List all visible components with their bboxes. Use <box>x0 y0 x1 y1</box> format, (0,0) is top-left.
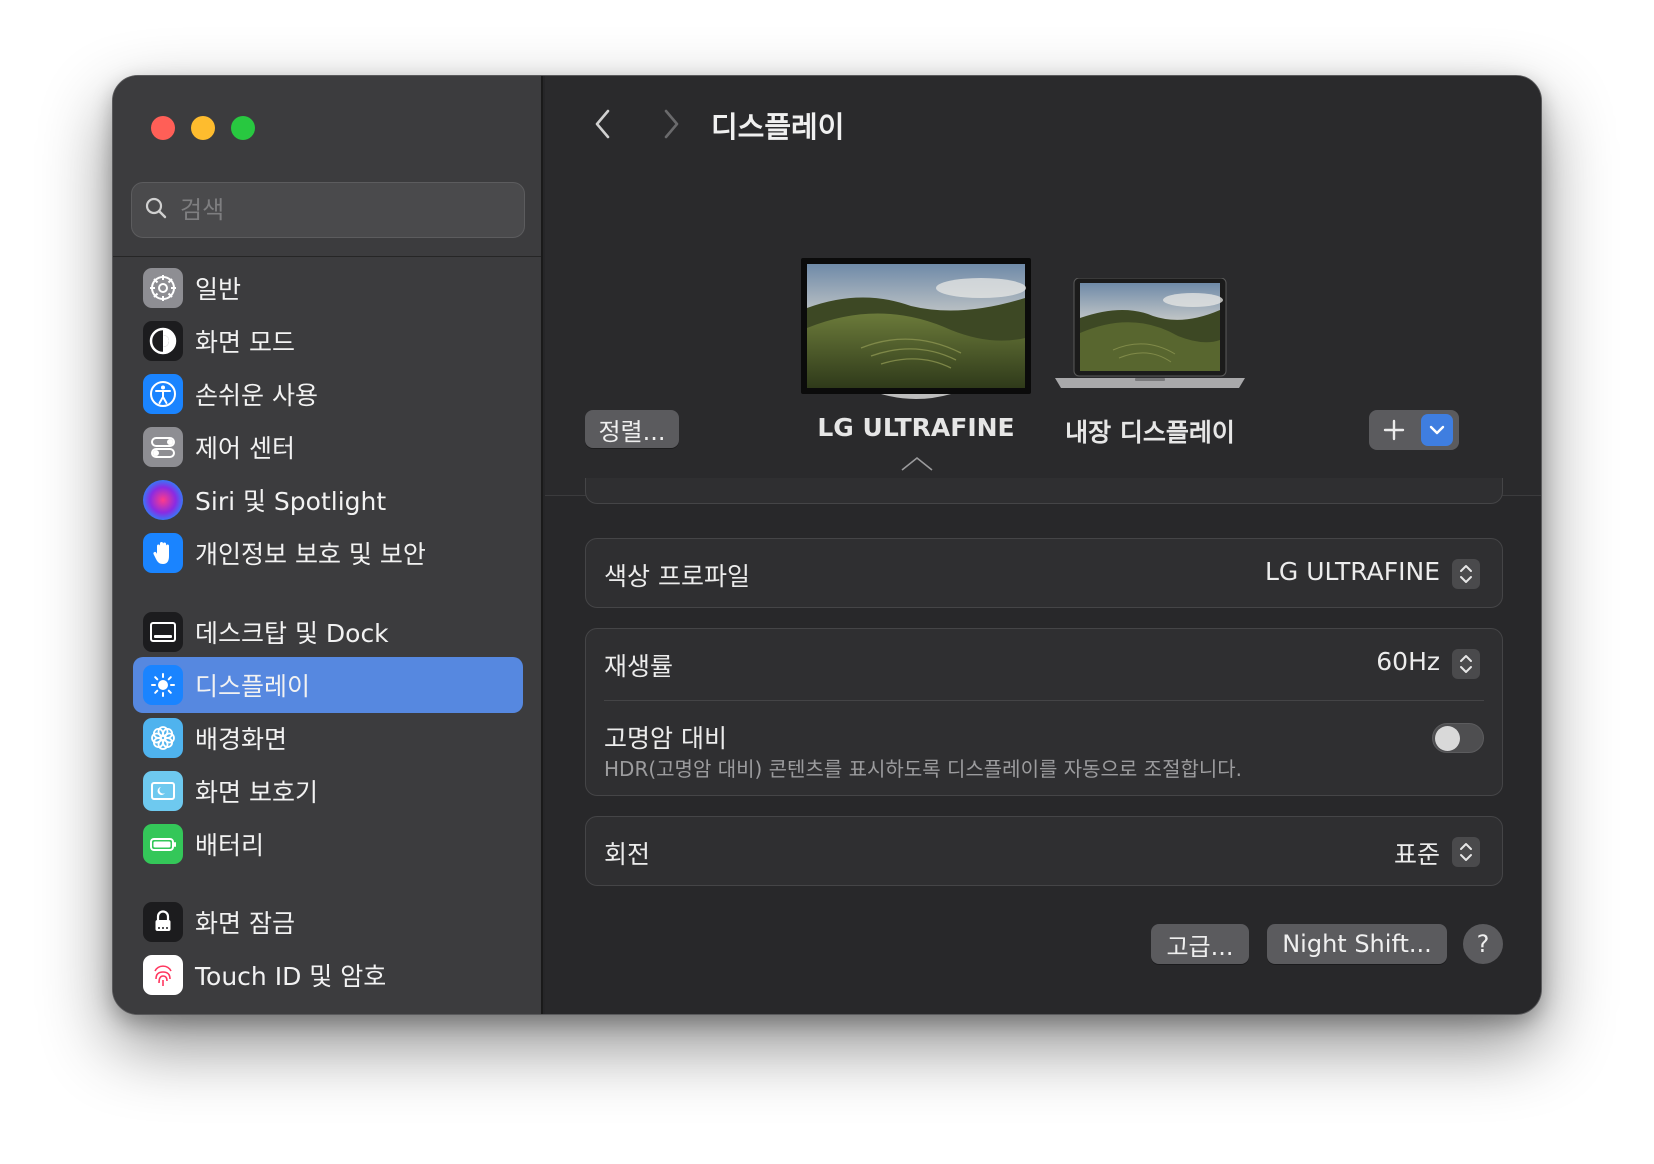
sidebar-item-screensaver[interactable]: 화면 보호기 <box>133 763 523 819</box>
siri-icon <box>143 480 183 520</box>
sidebar-item-label: 디스플레이 <box>195 672 311 701</box>
add-display-menu-button[interactable] <box>1421 414 1453 446</box>
accessibility-icon <box>143 374 183 414</box>
refresh-hdr-card: 재생률 60Hz 고명암 대비 HDR(고명암 대비) 콘텐츠를 표시하도록 디… <box>585 628 1503 796</box>
row-divider <box>604 700 1484 701</box>
refresh-rate-value[interactable]: 60Hz <box>1376 647 1440 676</box>
external-display-thumbnail[interactable] <box>801 258 1031 404</box>
sidebar-item-touch-id[interactable]: Touch ID 및 암호 <box>133 947 523 1003</box>
sidebar-item-battery[interactable]: 배터리 <box>133 816 523 872</box>
fingerprint-icon <box>143 955 183 995</box>
sidebar-item-desktop-dock[interactable]: 데스크탑 및 Dock <box>133 604 523 660</box>
display-name-external: LG ULTRAFINE <box>817 413 1015 442</box>
night-shift-button[interactable]: Night Shift... <box>1267 924 1447 964</box>
selected-display-indicator-icon <box>901 456 933 471</box>
sidebar-item-label: 데스크탑 및 Dock <box>195 619 389 648</box>
hdr-description: HDR(고명암 대비) 콘텐츠를 표시하도록 디스플레이를 자동으로 조절합니다… <box>604 757 1243 781</box>
sidebar: 일반 화면 모드 손쉬운 사용 제어 센터 <box>113 76 543 1014</box>
zoom-window-button[interactable] <box>231 116 255 140</box>
refresh-rate-label: 재생률 <box>604 652 674 681</box>
sidebar-item-displays[interactable]: 디스플레이 <box>133 657 523 713</box>
color-profile-row: 색상 프로파일 LG ULTRAFINE <box>585 538 1503 608</box>
help-button[interactable]: ? <box>1463 924 1503 964</box>
sidebar-divider <box>113 256 541 257</box>
control-center-icon <box>143 427 183 467</box>
add-display-control <box>1369 410 1459 450</box>
dock-icon <box>143 612 183 652</box>
sidebar-item-label: Touch ID 및 암호 <box>195 962 387 991</box>
color-profile-value[interactable]: LG ULTRAFINE <box>1265 557 1440 586</box>
sidebar-item-label: 일반 <box>195 275 242 304</box>
battery-icon <box>143 824 183 864</box>
sidebar-item-label: 손쉬운 사용 <box>195 381 318 410</box>
back-button[interactable] <box>585 106 621 142</box>
screensaver-icon <box>143 771 183 811</box>
gear-icon <box>143 268 183 308</box>
arrange-button[interactable]: 정렬... <box>585 410 679 448</box>
close-window-button[interactable] <box>151 116 175 140</box>
forward-button[interactable] <box>653 106 689 142</box>
sidebar-item-label: 화면 모드 <box>195 328 295 357</box>
sidebar-item-wallpaper[interactable]: 배경화면 <box>133 710 523 766</box>
sidebar-item-accessibility[interactable]: 손쉬운 사용 <box>133 366 523 422</box>
refresh-rate-popup-icon[interactable] <box>1452 649 1480 679</box>
window-controls <box>151 116 255 140</box>
sidebar-item-privacy-security[interactable]: 개인정보 보호 및 보안 <box>133 525 523 581</box>
minimize-window-button[interactable] <box>191 116 215 140</box>
sidebar-item-label: 제어 센터 <box>195 434 295 463</box>
sidebar-item-label: 배경화면 <box>195 725 288 754</box>
color-profile-label: 색상 프로파일 <box>604 562 750 591</box>
sidebar-item-control-center[interactable]: 제어 센터 <box>133 419 523 475</box>
sidebar-item-siri-spotlight[interactable]: Siri 및 Spotlight <box>133 472 523 528</box>
sidebar-item-label: 개인정보 보호 및 보안 <box>195 540 426 569</box>
sun-icon <box>143 665 183 705</box>
search-field[interactable] <box>131 182 525 238</box>
page-title: 디스플레이 <box>711 110 845 144</box>
sidebar-item-label: 배터리 <box>195 831 265 860</box>
search-input[interactable] <box>180 196 500 224</box>
settings-window: 일반 화면 모드 손쉬운 사용 제어 센터 <box>112 75 1542 1015</box>
advanced-button[interactable]: 고급... <box>1151 924 1249 964</box>
main-pane: 디스플레이 LG ULTRAFINE 내장 디스플레이 정렬... 색상 프로파… <box>545 76 1541 1014</box>
rotation-row: 회전 표준 <box>585 816 1503 886</box>
display-name-builtin: 내장 디스플레이 <box>1065 418 1235 447</box>
sidebar-item-appearance[interactable]: 화면 모드 <box>133 313 523 369</box>
hand-icon <box>143 533 183 573</box>
sidebar-item-label: 화면 잠금 <box>195 909 295 938</box>
color-profile-popup-icon[interactable] <box>1452 559 1480 589</box>
add-display-button[interactable] <box>1369 410 1419 450</box>
rotation-label: 회전 <box>604 840 651 869</box>
hdr-toggle[interactable] <box>1432 723 1484 753</box>
sidebar-item-label: 화면 보호기 <box>195 778 318 807</box>
builtin-display-thumbnail[interactable] <box>1053 277 1247 394</box>
toggle-knob <box>1435 726 1460 751</box>
sidebar-item-label: Siri 및 Spotlight <box>195 487 387 516</box>
rotation-popup-icon[interactable] <box>1452 837 1480 867</box>
appearance-icon <box>143 321 183 361</box>
flower-icon <box>143 718 183 758</box>
hdr-label: 고명암 대비 <box>604 724 727 753</box>
search-icon <box>144 196 168 224</box>
display-header: 디스플레이 LG ULTRAFINE 내장 디스플레이 정렬... <box>545 76 1541 496</box>
sidebar-item-lock-screen[interactable]: 화면 잠금 <box>133 894 523 950</box>
sidebar-item-general[interactable]: 일반 <box>133 260 523 316</box>
rotation-value[interactable]: 표준 <box>1394 835 1440 871</box>
scrolled-card-edge <box>585 478 1503 504</box>
lock-icon <box>143 902 183 942</box>
